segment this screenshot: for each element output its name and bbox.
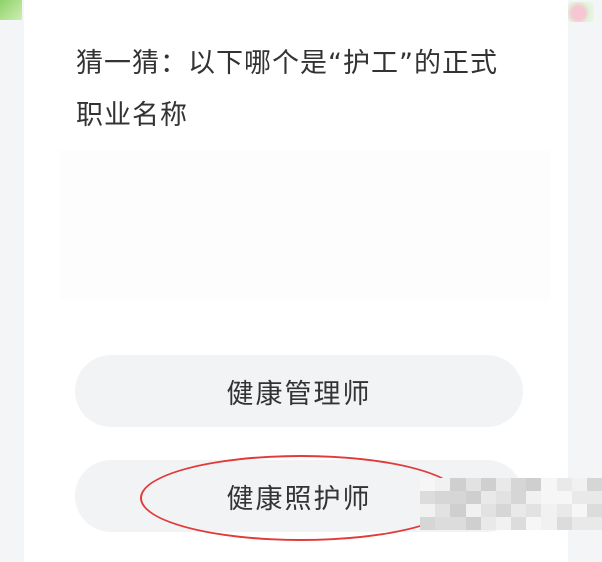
mosaic-cell [465, 478, 481, 491]
mosaic-cell [586, 491, 602, 504]
mosaic-cell [571, 517, 587, 530]
mosaic-cell [495, 504, 511, 517]
mosaic-cell [450, 478, 466, 491]
mosaic-cell [541, 517, 557, 530]
mosaic-cell [450, 504, 466, 517]
mosaic-cell [526, 491, 542, 504]
mosaic-cell [450, 491, 466, 504]
option-button-1[interactable]: 健康管理师 [75, 355, 523, 427]
mosaic-cell [571, 491, 587, 504]
mosaic-cell [556, 517, 572, 530]
mosaic-cell [541, 504, 557, 517]
option-label: 健康照护师 [226, 483, 372, 515]
mosaic-cell [480, 491, 496, 504]
mosaic-cell [526, 478, 542, 491]
mosaic-cell [420, 517, 436, 530]
mosaic-cell [556, 504, 572, 517]
mosaic-cell [435, 478, 451, 491]
mosaic-cell [450, 517, 466, 530]
mosaic-cell [420, 478, 436, 491]
mosaic-cell [541, 478, 557, 491]
mosaic-cell [511, 478, 527, 491]
mosaic-cell [495, 517, 511, 530]
mosaic-cell [435, 491, 451, 504]
mosaic-cell [526, 517, 542, 530]
mosaic-cell [526, 504, 542, 517]
mosaic-cell [571, 478, 587, 491]
mosaic-cell [541, 491, 557, 504]
mosaic-cell [571, 504, 587, 517]
mosaic-cell [586, 478, 602, 491]
mosaic-cell [480, 504, 496, 517]
mosaic-cell [586, 504, 602, 517]
mosaic-cell [586, 517, 602, 530]
left-background-strip [0, 0, 24, 562]
mosaic-cell [480, 517, 496, 530]
mosaic-cell [556, 478, 572, 491]
mosaic-cell [511, 491, 527, 504]
corner-decoration-leaf [0, 0, 22, 20]
mosaic-cell [480, 478, 496, 491]
mosaic-cell [495, 478, 511, 491]
mosaic-cell [420, 504, 436, 517]
question-text: 猜一猜：以下哪个是“护工”的正式职业名称 [76, 48, 498, 131]
blank-area [60, 150, 550, 300]
mosaic-cell [495, 491, 511, 504]
mosaic-cell [556, 491, 572, 504]
mosaic-cell [511, 517, 527, 530]
mosaic-cell [435, 517, 451, 530]
mosaic-cell [465, 504, 481, 517]
pixelated-watermark [420, 478, 602, 530]
option-label: 健康管理师 [226, 378, 372, 410]
mosaic-cell [511, 504, 527, 517]
corner-decoration-flower [568, 2, 594, 22]
mosaic-cell [420, 491, 436, 504]
mosaic-cell [465, 491, 481, 504]
mosaic-cell [465, 517, 481, 530]
mosaic-cell [435, 504, 451, 517]
